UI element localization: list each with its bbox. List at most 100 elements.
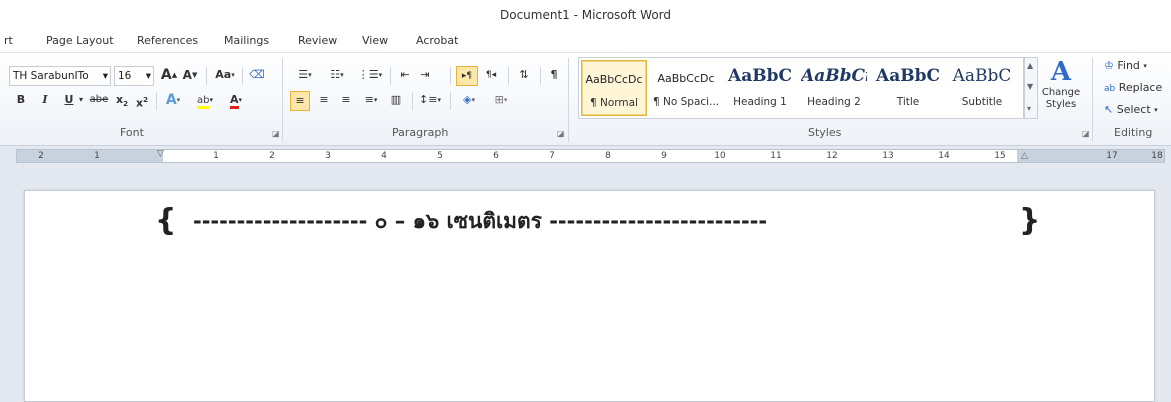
find-button[interactable]: ♔ Find ▾: [1104, 57, 1166, 77]
style-subtitle[interactable]: AaBbC Subtitle: [949, 60, 1015, 116]
dialog-launcher-icon[interactable]: ◪: [557, 129, 565, 138]
replace-label: Replace: [1118, 81, 1163, 94]
bullets-icon[interactable]: ☰▾: [290, 66, 320, 86]
text-highlight-button[interactable]: ab▾: [190, 91, 220, 111]
ruler-number: 15: [994, 151, 1006, 161]
tab-references[interactable]: References: [137, 34, 198, 47]
italic-button[interactable]: I: [38, 91, 52, 111]
ruler-number: 7: [549, 151, 555, 161]
right-indent-marker[interactable]: △: [1021, 151, 1028, 161]
shrink-font-button[interactable]: A▼: [181, 66, 199, 86]
ltr-direction-icon[interactable]: ▸¶: [456, 66, 478, 86]
style-sample: AaBbC: [728, 66, 792, 86]
subscript-button[interactable]: x2: [114, 91, 130, 111]
font-color-button[interactable]: A▾: [222, 91, 250, 111]
numbering-icon[interactable]: ☷▾: [322, 66, 352, 86]
grow-font-label: A: [160, 67, 172, 83]
scroll-up-icon[interactable]: ▲: [1027, 61, 1033, 70]
chevron-down-icon: ▾: [231, 71, 235, 79]
horizontal-ruler[interactable]: 2 1 1 2 3 4 5 6 7 8 9 10 11 12 13 14 15 …: [16, 149, 1165, 163]
clear-formatting-icon[interactable]: ⌫: [246, 66, 268, 86]
font-name-combo[interactable]: TH SarabunITo ▾: [9, 66, 111, 86]
style-no-spacing[interactable]: AaBbCcDc ¶ No Spaci...: [653, 60, 719, 116]
divider: [156, 92, 157, 110]
ruler-number: 8: [605, 151, 611, 161]
group-separator: [282, 58, 283, 142]
grow-font-button[interactable]: A▲: [160, 66, 178, 86]
tab-mailings[interactable]: Mailings: [224, 34, 269, 47]
style-title[interactable]: AaBbC Title: [875, 60, 941, 116]
divider: [242, 67, 243, 85]
tab-view[interactable]: View: [362, 34, 388, 47]
multilevel-list-icon[interactable]: ⋮☰▾: [354, 66, 386, 86]
increase-indent-icon[interactable]: ⇥: [416, 66, 434, 86]
chevron-down-icon[interactable]: ▾: [77, 91, 85, 111]
title-bar: Document1 - Microsoft Word: [0, 0, 1171, 30]
select-button[interactable]: ↖ Select ▾: [1104, 101, 1168, 121]
tab-review[interactable]: Review: [298, 34, 337, 47]
strikethrough-button[interactable]: abe: [88, 91, 110, 111]
window-title: Document1 - Microsoft Word: [499, 8, 672, 22]
scroll-down-icon[interactable]: ▼: [1027, 82, 1033, 91]
shrink-font-label: A: [182, 68, 192, 82]
distributed-icon[interactable]: ▥: [386, 91, 406, 111]
underline-button[interactable]: U: [62, 91, 76, 111]
divider: [450, 67, 451, 85]
styles-gallery-scrollbar[interactable]: ▲ ▼ ▾: [1024, 57, 1038, 119]
font-color-label: A: [229, 93, 239, 109]
sort-icon[interactable]: ⇅: [514, 66, 534, 86]
change-styles-button[interactable]: A Change Styles: [1040, 57, 1082, 121]
document-line[interactable]: { -------------------- ๐ – ๑๖ เซนติเมตร …: [25, 201, 1156, 241]
ruler-number: 4: [381, 151, 387, 161]
document-text[interactable]: -------------------- ๐ – ๑๖ เซนติเมตร --…: [193, 205, 767, 237]
shading-icon[interactable]: ◈▾: [454, 91, 484, 111]
find-icon: ♔: [1104, 59, 1114, 72]
tab-insert[interactable]: rt: [4, 34, 13, 47]
rtl-direction-icon[interactable]: ¶◂: [480, 66, 502, 86]
align-left-icon[interactable]: ≡: [290, 91, 310, 111]
ruler-number: 3: [325, 151, 331, 161]
first-line-indent-marker[interactable]: ▽: [157, 150, 164, 159]
style-sample: AaBbC: [952, 66, 1012, 86]
tab-page-layout[interactable]: Page Layout: [46, 34, 114, 47]
dialog-launcher-icon[interactable]: ◪: [1082, 129, 1090, 138]
ruler-number: 9: [661, 151, 667, 161]
borders-icon[interactable]: ⊞▾: [486, 91, 516, 111]
ruler-bar: 2 1 1 2 3 4 5 6 7 8 9 10 11 12 13 14 15 …: [0, 146, 1171, 166]
ruler-number: 1: [213, 151, 219, 161]
align-right-icon[interactable]: ≡: [336, 91, 356, 111]
text-effects-button[interactable]: A▾: [160, 91, 186, 111]
font-size-value: 16: [118, 70, 132, 82]
style-heading-2[interactable]: AaBbCi Heading 2: [801, 60, 867, 116]
caret-up-icon: ▲: [171, 71, 178, 79]
style-name: ¶ Normal: [589, 97, 638, 109]
chevron-down-icon: ▾: [209, 96, 213, 104]
superscript-button[interactable]: x2: [134, 91, 150, 111]
style-name: Heading 1: [733, 96, 787, 108]
dialog-launcher-icon[interactable]: ◪: [272, 129, 280, 138]
ruler-number: 1: [94, 151, 100, 161]
font-size-combo[interactable]: 16 ▾: [114, 66, 154, 86]
change-case-button[interactable]: Aa▾: [212, 66, 238, 86]
align-center-icon[interactable]: ≡: [314, 91, 334, 111]
more-icon[interactable]: ▾: [1027, 104, 1031, 113]
tab-acrobat[interactable]: Acrobat: [416, 34, 458, 47]
style-heading-1[interactable]: AaBbC Heading 1: [727, 60, 793, 116]
style-normal[interactable]: AaBbCcDc ¶ Normal: [581, 60, 647, 116]
document-page[interactable]: { -------------------- ๐ – ๑๖ เซนติเมตร …: [24, 190, 1155, 402]
change-case-label: Aa: [215, 68, 232, 81]
show-hide-marks-icon[interactable]: ¶: [546, 66, 562, 86]
divider: [508, 67, 509, 85]
replace-button[interactable]: ab Replace: [1104, 79, 1168, 99]
chevron-down-icon: ▾: [102, 70, 108, 82]
decrease-indent-icon[interactable]: ⇤: [396, 66, 414, 86]
editing-group-label: Editing: [1114, 126, 1153, 139]
style-name: Heading 2: [807, 96, 861, 108]
divider: [390, 67, 391, 85]
bold-button[interactable]: B: [14, 91, 28, 111]
ruler-number: 12: [826, 151, 838, 161]
style-sample: AaBbCcDc: [657, 72, 715, 85]
justify-icon[interactable]: ≡▾: [358, 91, 384, 111]
style-sample: AaBbC: [876, 66, 940, 86]
line-spacing-icon[interactable]: ↕≡▾: [416, 91, 444, 111]
